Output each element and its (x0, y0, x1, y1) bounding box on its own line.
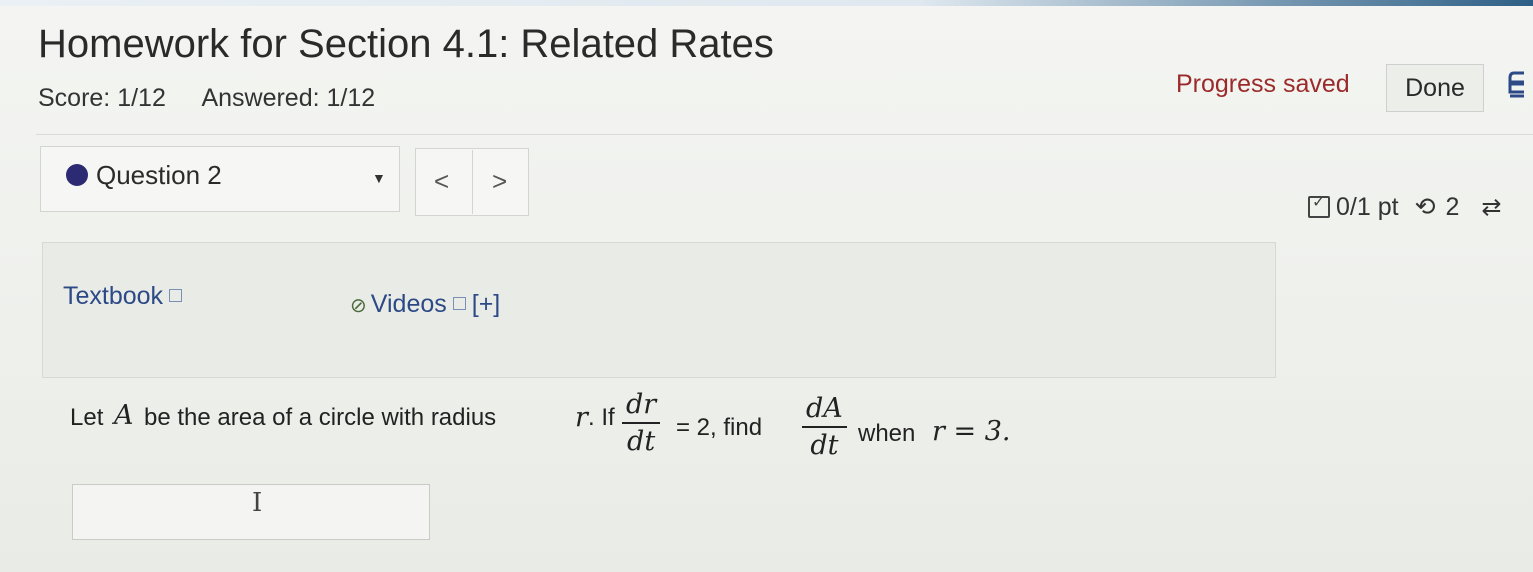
score-summary: Score: 1/12 Answered: 1/12 (38, 84, 405, 113)
question-part-2: be the area of a circle with radius (144, 404, 497, 431)
variable-r: r (575, 402, 588, 433)
fraction-da-dt: dA dt (802, 392, 847, 464)
videos-label: Videos (370, 290, 447, 318)
answered-text: Answered: 1/12 (201, 84, 376, 112)
print-icon[interactable] (1508, 70, 1528, 104)
progress-status: Progress saved (1176, 70, 1350, 98)
text-cursor-icon: I (252, 488, 263, 518)
header-divider (36, 134, 1533, 135)
fraction-denominator: dt (810, 430, 839, 461)
variable-a: A (114, 400, 134, 431)
external-link-icon (169, 289, 183, 302)
nav-divider (472, 150, 473, 214)
condition: r = 3. (932, 416, 1011, 447)
fraction-numerator: dr (622, 388, 661, 424)
answer-input[interactable] (72, 484, 430, 540)
question-part-1: Let (70, 404, 104, 431)
page-title: Homework for Section 4.1: Related Rates (38, 22, 774, 66)
paperclip-icon: ⊘ (350, 295, 367, 317)
fraction-numerator: dA (802, 392, 847, 428)
resources-panel (42, 242, 1276, 378)
question-text: Let A be the area of a circle with radiu… (70, 388, 1070, 470)
top-accent-bar (0, 0, 1533, 6)
points-score: 0/1 pt (1336, 192, 1399, 221)
expand-videos-toggle[interactable]: [+] (472, 290, 501, 318)
previous-question-button[interactable]: < (434, 166, 449, 197)
checkbox-icon (1308, 192, 1330, 218)
videos-link[interactable]: ⊘ Videos [+] (350, 290, 500, 319)
next-question-button[interactable]: > (492, 166, 507, 197)
question-part-5: when (858, 420, 916, 447)
done-button[interactable]: Done (1386, 64, 1484, 112)
question-selector-label: Question 2 (96, 160, 222, 190)
cycle-icon[interactable]: ⇄ (1481, 193, 1501, 222)
question-status-dot (66, 164, 88, 186)
external-link-icon (452, 297, 466, 310)
tries-remaining: 2 (1445, 192, 1460, 221)
question-part-4: = 2, find (676, 414, 763, 441)
textbook-label: Textbook (63, 282, 164, 310)
score-text: Score: 1/12 (38, 84, 166, 112)
retry-icon: ⟲ (1414, 193, 1436, 221)
points-info: 0/1 pt ⟲ 2 ⇄ (1308, 192, 1502, 222)
textbook-link[interactable]: Textbook (63, 282, 183, 311)
fraction-denominator: dt (627, 426, 656, 457)
chevron-down-icon: ▼ (372, 170, 386, 186)
question-part-3: . If (588, 404, 615, 431)
fraction-dr-dt: dr dt (622, 388, 661, 460)
